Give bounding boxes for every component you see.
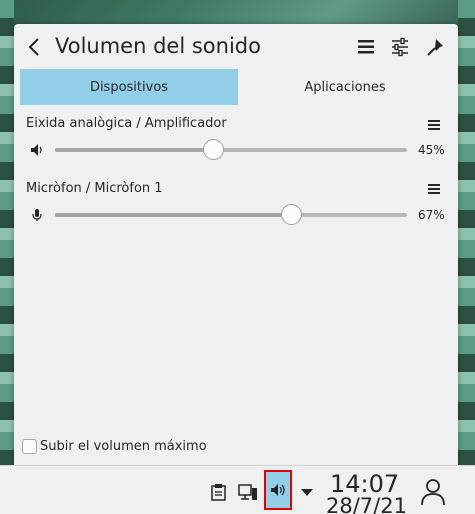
volume-popup: Volumen del sonido Dispositivos Aplicaci… bbox=[14, 24, 458, 465]
volume-icon bbox=[271, 484, 285, 496]
pin-button[interactable] bbox=[425, 36, 447, 58]
back-icon bbox=[28, 38, 39, 56]
popup-footer: Subir el volumen máximo bbox=[14, 429, 458, 465]
popup-title: Volumen del sonido bbox=[55, 34, 261, 58]
wallpaper-right bbox=[458, 0, 475, 470]
user-switcher-button[interactable] bbox=[420, 477, 446, 507]
input-volume-slider[interactable] bbox=[55, 204, 407, 225]
raise-max-volume-label[interactable]: Subir el volumen máximo bbox=[40, 439, 207, 454]
input-volume-percent: 67% bbox=[418, 208, 445, 222]
clock-date[interactable]: 28/7/21 bbox=[326, 494, 407, 514]
device-output-menu-button[interactable] bbox=[427, 118, 441, 130]
input-mute-button[interactable] bbox=[30, 208, 44, 222]
volume-tray-button[interactable] bbox=[264, 470, 292, 510]
clipboard-tray-button[interactable] bbox=[209, 482, 229, 502]
expand-arrow-icon bbox=[301, 489, 313, 496]
configure-button[interactable] bbox=[390, 36, 412, 58]
clipboard-icon bbox=[211, 484, 226, 501]
raise-max-volume-checkbox[interactable] bbox=[22, 439, 37, 454]
output-volume-handle[interactable] bbox=[203, 139, 225, 160]
speaker-icon bbox=[31, 144, 42, 156]
device-name-input: Micròfon / Micròfon 1 bbox=[26, 181, 163, 196]
tab-applications[interactable]: Aplicaciones bbox=[238, 69, 452, 105]
hamburger-menu-icon bbox=[358, 40, 374, 54]
microphone-icon bbox=[32, 209, 42, 221]
output-mute-button[interactable] bbox=[30, 143, 44, 157]
hamburger-menu-icon bbox=[428, 120, 440, 130]
back-button[interactable] bbox=[25, 36, 45, 58]
input-volume-fill bbox=[55, 213, 291, 217]
pin-icon bbox=[427, 39, 443, 56]
user-icon bbox=[421, 479, 445, 506]
network-tray-button[interactable] bbox=[238, 482, 258, 502]
tab-devices[interactable]: Dispositivos bbox=[20, 69, 238, 105]
output-volume-fill bbox=[55, 148, 214, 152]
input-volume-handle[interactable] bbox=[280, 204, 302, 225]
device-input-menu-button[interactable] bbox=[427, 182, 441, 194]
popup-header: Volumen del sonido bbox=[14, 24, 458, 68]
network-icon bbox=[238, 484, 257, 500]
settings-sliders-icon bbox=[392, 37, 408, 57]
output-volume-slider[interactable] bbox=[55, 139, 407, 160]
hamburger-menu-icon bbox=[428, 184, 440, 194]
menu-button[interactable] bbox=[356, 36, 378, 58]
output-volume-percent: 45% bbox=[418, 143, 445, 157]
device-name-output: Eixida analògica / Amplificador bbox=[26, 116, 227, 131]
taskbar-panel: 14:07 28/7/21 bbox=[0, 465, 475, 514]
tab-bar: Dispositivos Aplicaciones bbox=[20, 69, 452, 105]
tray-expand-button[interactable] bbox=[299, 485, 315, 497]
wallpaper-left bbox=[0, 0, 14, 470]
